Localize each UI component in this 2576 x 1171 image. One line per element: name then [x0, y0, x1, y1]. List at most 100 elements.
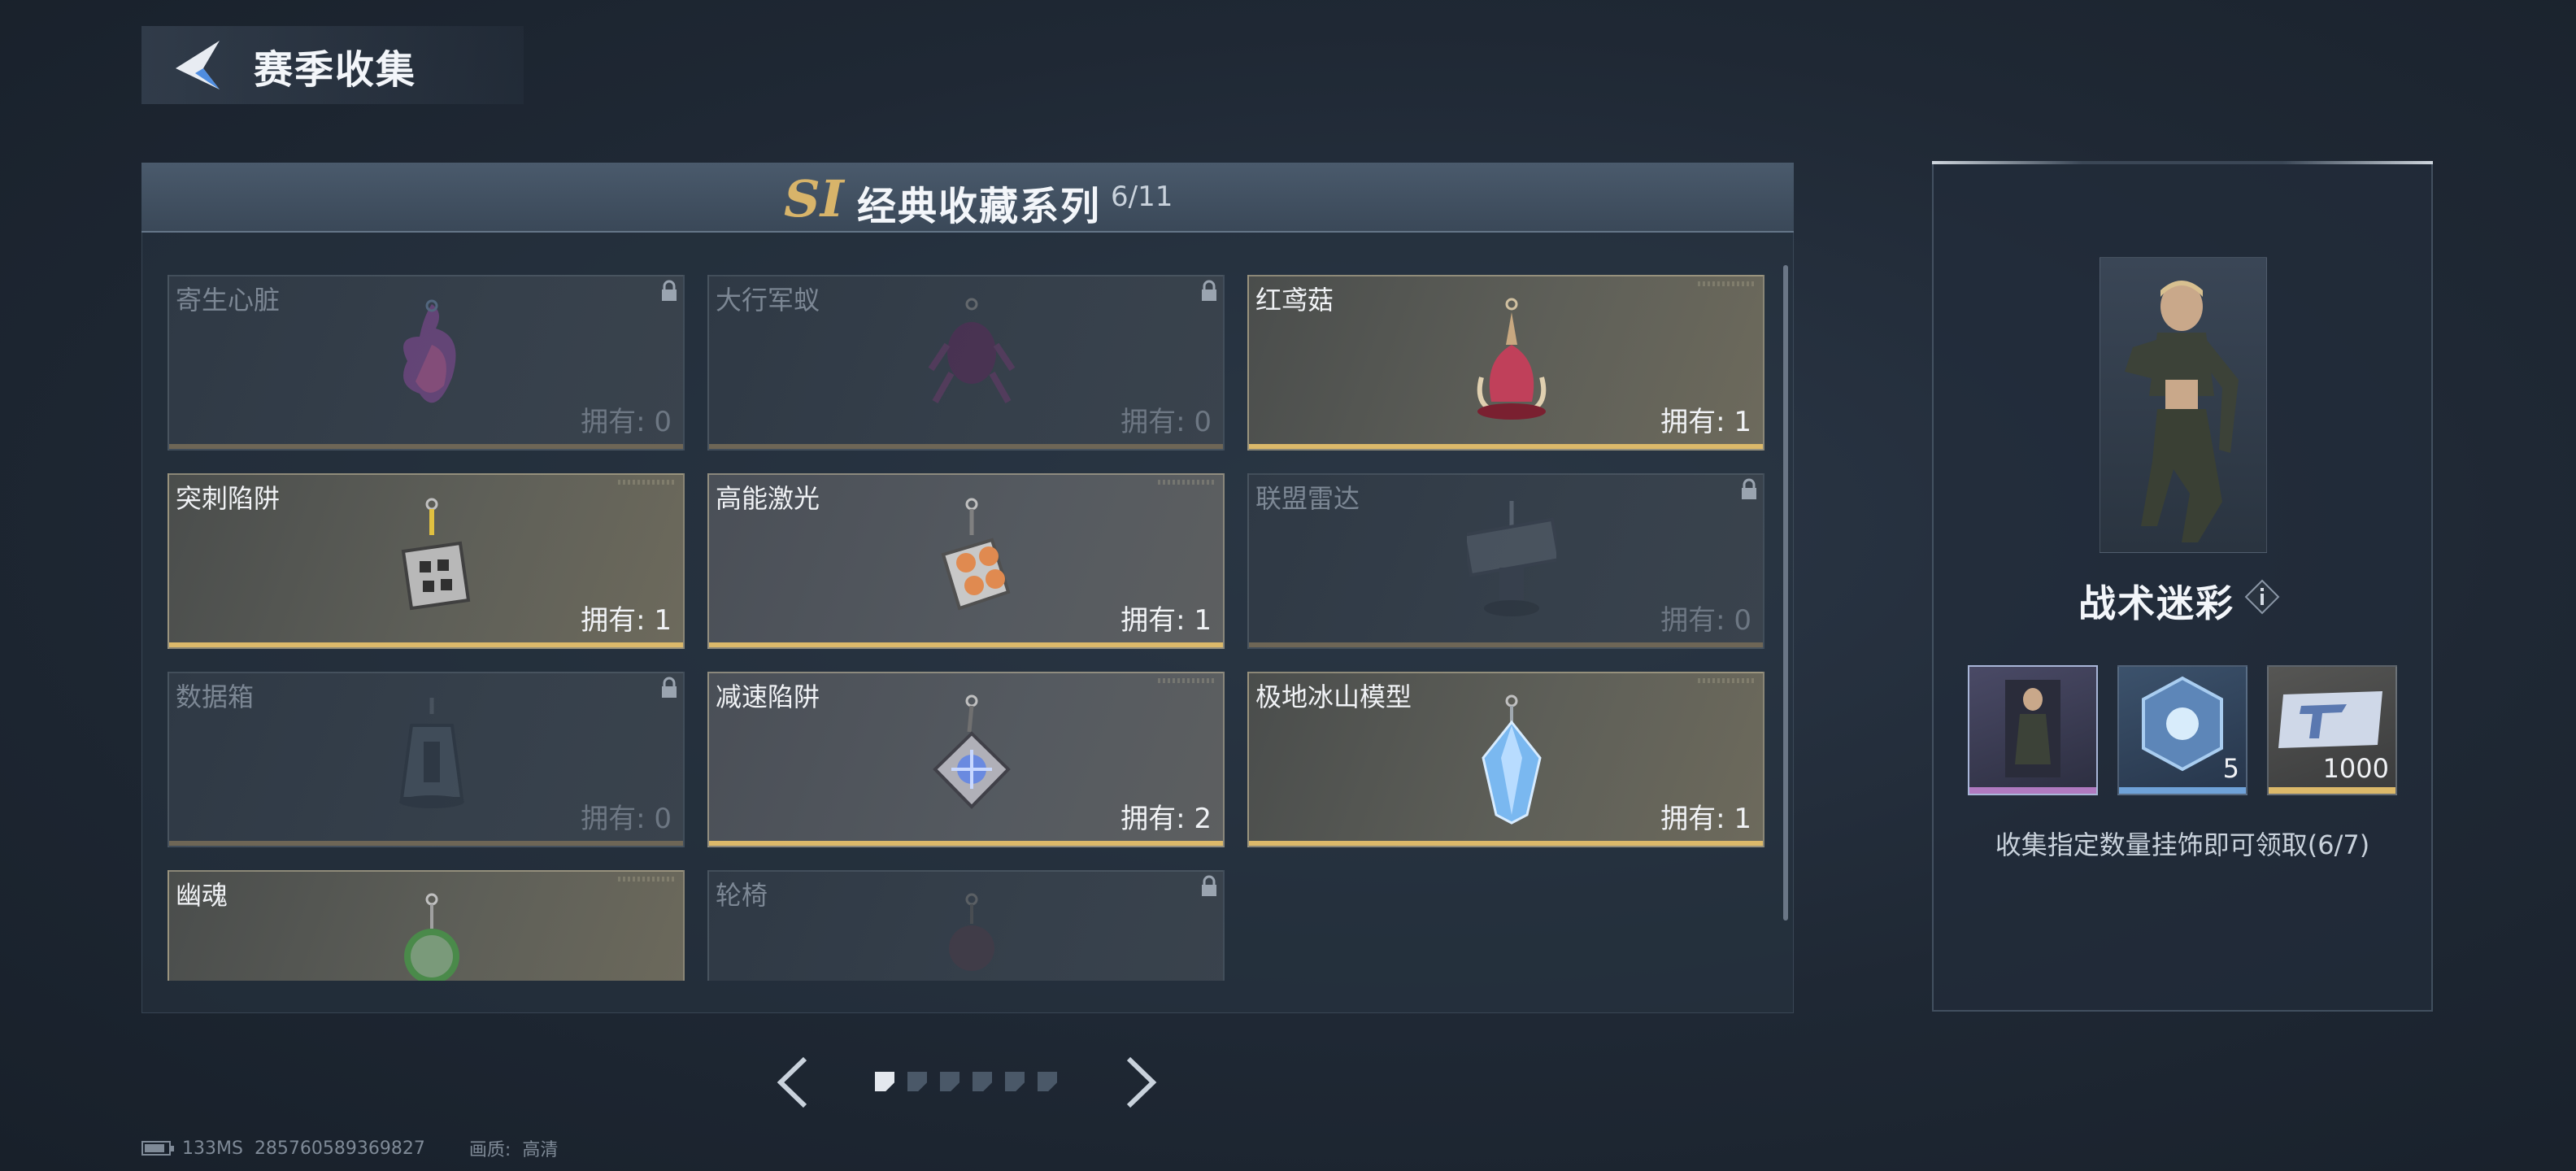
owned-count: 拥有: 0: [581, 803, 672, 835]
item-name: 轮椅: [716, 880, 768, 911]
alliance-radar-charm-icon: [1467, 501, 1556, 616]
rarity-bar: [1249, 642, 1763, 647]
rarity-bar: [169, 444, 683, 449]
rarity-bar: [1249, 444, 1763, 449]
lock-icon: [1742, 478, 1756, 499]
reward-slot-crate[interactable]: 5: [2117, 665, 2247, 795]
card-decoration: [618, 480, 675, 485]
reward-qty: 1000: [2322, 753, 2389, 784]
collection-card[interactable]: 极地冰山模型拥有: 1: [1247, 672, 1764, 847]
owned-count: 拥有: 0: [1660, 604, 1751, 637]
item-name: 联盟雷达: [1255, 483, 1360, 514]
owned-count: 拥有: 2: [1120, 803, 1212, 835]
back-arrow-icon: [176, 41, 220, 89]
rarity-bar: [169, 642, 683, 647]
collection-card[interactable]: 寄生心脏拥有: 0: [168, 275, 685, 451]
owned-count: 拥有: 0: [1120, 406, 1212, 438]
reward-name: 战术迷彩: [2078, 581, 2234, 625]
item-name: 突刺陷阱: [176, 483, 281, 514]
card-decoration: [1698, 281, 1755, 286]
rarity-bar: [1249, 841, 1763, 846]
tactical-camo-skin-icon: [2005, 680, 2060, 777]
series-title: 经典收藏系列: [857, 184, 1102, 229]
item-name: 寄生心脏: [176, 285, 281, 316]
reward-panel-border: [1932, 161, 2433, 164]
reward-slot-skin[interactable]: [1968, 665, 2098, 795]
lock-icon: [1202, 875, 1216, 896]
quality-label: 画质:: [468, 1140, 511, 1160]
ghost-charm-icon: [404, 893, 459, 981]
reward-character-portrait[interactable]: [2100, 257, 2267, 553]
item-name: 幽魂: [176, 880, 228, 911]
page-title: 赛季收集: [254, 47, 417, 93]
data-box-charm-icon: [399, 698, 464, 808]
owned-count: 拥有: 0: [581, 406, 672, 438]
rarity-bar: [2269, 787, 2395, 794]
item-name: 数据箱: [176, 681, 255, 712]
soldier-character-icon: [2125, 281, 2239, 542]
page-dot[interactable]: [973, 1072, 992, 1091]
rarity-bar: [1969, 787, 2096, 794]
page-dot[interactable]: [1005, 1072, 1025, 1091]
reward-hint: 收集指定数量挂饰即可领取(6/7): [1995, 829, 2370, 860]
page-dot[interactable]: [1038, 1072, 1057, 1091]
collection-card[interactable]: 大行军蚁拥有: 0: [707, 275, 1225, 451]
series-progress: 6/11: [1111, 181, 1173, 213]
rarity-bar: [709, 841, 1223, 846]
card-decoration: [618, 877, 675, 882]
status-bar: 133MS 285760589369827 画质: 高清: [141, 1135, 558, 1161]
item-name: 减速陷阱: [716, 681, 820, 712]
red-mushroom-charm-icon: [1477, 298, 1547, 420]
rarity-bar: [169, 841, 683, 846]
chevron-right-icon: [1126, 1056, 1157, 1108]
owned-count: 拥有: 1: [1660, 406, 1751, 438]
item-name: 高能激光: [716, 483, 820, 514]
item-name: 红鸢菇: [1255, 285, 1334, 316]
card-decoration: [1158, 678, 1215, 683]
laser-charm-icon: [941, 498, 1011, 611]
collection-card[interactable]: 幽魂: [168, 870, 685, 981]
lock-icon: [662, 280, 677, 301]
item-name: 大行军蚁: [716, 285, 820, 316]
page-dot[interactable]: [875, 1072, 894, 1091]
chevron-left-icon: [777, 1056, 807, 1108]
owned-count: 拥有: 1: [581, 604, 672, 637]
quality-value: 高清: [522, 1140, 559, 1160]
owned-count: 拥有: 1: [1120, 604, 1212, 637]
collection-card[interactable]: 突刺陷阱拥有: 1: [168, 473, 685, 649]
battery-icon: [141, 1141, 174, 1156]
info-button[interactable]: [2244, 579, 2280, 615]
rarity-bar: [2119, 787, 2246, 794]
card-decoration: [1158, 480, 1215, 485]
slow-trap-charm-icon: [933, 694, 1011, 809]
user-id: 285760589369827: [254, 1138, 425, 1159]
collection-grid[interactable]: 寄生心脏 拥有: 0 大行军蚁 拥有: 0 红鸢菇 拥有: 1 突刺陷阱 拥有: 1 高能激光拥…: [163, 268, 1773, 981]
collection-card[interactable]: 高能激光拥有: 1: [707, 473, 1225, 649]
back-button[interactable]: [171, 36, 226, 94]
wheelchair-charm-icon: [949, 893, 994, 971]
reward-slot-currency[interactable]: 1000: [2267, 665, 2397, 795]
collection-card[interactable]: 数据箱拥有: 0: [168, 672, 685, 847]
collection-card[interactable]: 联盟雷达拥有: 0: [1247, 473, 1764, 649]
info-icon: [2244, 579, 2280, 615]
lock-icon: [662, 677, 677, 698]
item-name: 极地冰山模型: [1255, 681, 1412, 712]
season-badge: SI: [784, 169, 844, 229]
owned-count: 拥有: 1: [1660, 803, 1751, 835]
collection-card[interactable]: 轮椅: [707, 870, 1225, 981]
next-page-button[interactable]: [1122, 1054, 1160, 1111]
collection-card[interactable]: 红鸢菇拥有: 1: [1247, 275, 1764, 451]
ping-readout: 133MS: [182, 1138, 243, 1159]
page-dot[interactable]: [907, 1072, 927, 1091]
prev-page-button[interactable]: [774, 1054, 812, 1111]
scrollbar[interactable]: [1783, 265, 1788, 921]
reward-qty: 5: [2222, 753, 2239, 784]
iceberg-charm-icon: [1482, 694, 1542, 825]
rarity-bar: [709, 642, 1223, 647]
page-dot[interactable]: [940, 1072, 959, 1091]
army-ant-charm-icon: [928, 298, 1016, 403]
collection-card[interactable]: 减速陷阱拥有: 2: [707, 672, 1225, 847]
parasite-heart-charm-icon: [403, 299, 456, 403]
card-decoration: [1698, 678, 1755, 683]
rarity-bar: [709, 444, 1223, 449]
